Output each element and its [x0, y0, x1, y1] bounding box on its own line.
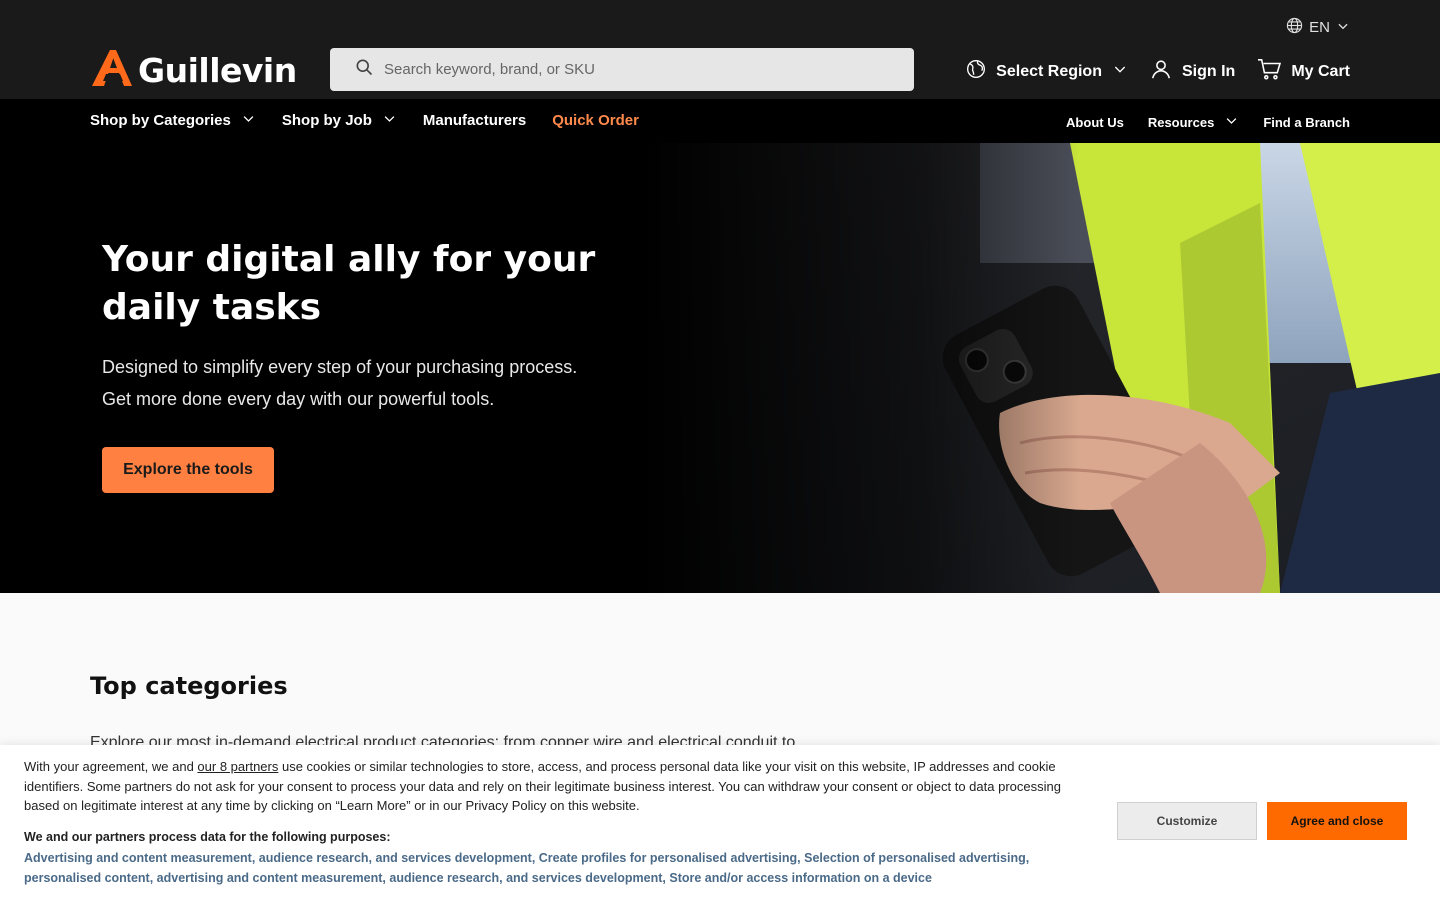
chevron-down-icon: [1224, 113, 1239, 131]
select-region-label: Select Region: [996, 62, 1102, 80]
nav-manufacturers[interactable]: Manufacturers: [423, 111, 526, 130]
search-input[interactable]: [384, 61, 884, 78]
sign-in-label: Sign In: [1181, 62, 1236, 80]
hero-subtitle: Designed to simplify every step of your …: [102, 357, 578, 409]
cookie-purposes-list[interactable]: Advertising and content measurement, aud…: [24, 849, 1084, 888]
search-bar[interactable]: [330, 48, 914, 91]
region-globe-icon: [966, 59, 986, 84]
explore-tools-button[interactable]: Explore the tools: [102, 447, 274, 493]
guillevin-logo-icon: [90, 48, 134, 93]
nav-quick-order[interactable]: Quick Order: [552, 111, 639, 130]
agree-and-close-button[interactable]: Agree and close: [1267, 802, 1407, 840]
nav-label: About Us: [1066, 114, 1124, 130]
select-region-button[interactable]: Select Region: [966, 59, 1128, 84]
nav-resources[interactable]: Resources: [1148, 113, 1239, 131]
nav-about-us[interactable]: About Us: [1066, 113, 1124, 131]
nav-left: Shop by Categories Shop by Job Manufactu…: [90, 111, 639, 130]
nav-shop-by-job[interactable]: Shop by Job: [282, 111, 397, 130]
nav-label: Resources: [1147, 114, 1215, 130]
language-selector[interactable]: EN: [1286, 17, 1350, 38]
nav-label: Shop by Categories: [90, 112, 231, 129]
my-cart-label: My Cart: [1291, 62, 1350, 80]
chevron-down-icon: [241, 111, 256, 130]
nav-label: Quick Order: [552, 112, 639, 129]
my-cart-button[interactable]: My Cart: [1257, 58, 1350, 85]
user-icon: [1150, 58, 1172, 85]
guillevin-logo[interactable]: Guillevin: [90, 48, 297, 93]
hero-title: Your digital ally for your daily tasks: [102, 239, 596, 328]
cart-icon: [1257, 58, 1282, 85]
search-icon: [354, 57, 374, 82]
top-categories-title: Top categories: [90, 672, 288, 700]
chevron-down-icon: [1336, 19, 1350, 37]
cookie-consent-banner: With your agreement, we and our 8 partne…: [0, 745, 1440, 900]
nav-right: About Us Resources Find a Branch: [1066, 113, 1350, 131]
logo-text: Guillevin: [138, 51, 297, 90]
nav-label: Find a Branch: [1263, 114, 1350, 130]
cookie-consent-text: With your agreement, we and our 8 partne…: [24, 757, 1074, 816]
hero-banner: Your digital ally for your daily tasks D…: [0, 143, 1440, 593]
hero-image: [640, 143, 1440, 593]
customize-button[interactable]: Customize: [1117, 802, 1257, 840]
chevron-down-icon: [1112, 61, 1128, 82]
cookie-text-before: With your agreement, we and: [24, 759, 198, 774]
main-nav: Shop by Categories Shop by Job Manufactu…: [0, 99, 1440, 143]
nav-shop-by-categories[interactable]: Shop by Categories: [90, 111, 256, 130]
header-actions: Select Region Sign In My Cart: [966, 58, 1350, 85]
nav-label: Manufacturers: [422, 112, 527, 129]
nav-find-a-branch[interactable]: Find a Branch: [1263, 113, 1350, 131]
top-header: EN Guillevin Select Region: [0, 0, 1440, 99]
language-label: EN: [1309, 19, 1330, 36]
chevron-down-icon: [382, 111, 397, 130]
nav-label: Shop by Job: [281, 112, 372, 129]
partners-link[interactable]: our 8 partners: [197, 759, 278, 774]
globe-icon: [1286, 17, 1303, 38]
cookie-purposes-title: We and our partners process data for the…: [24, 830, 391, 844]
sign-in-button[interactable]: Sign In: [1150, 58, 1235, 85]
